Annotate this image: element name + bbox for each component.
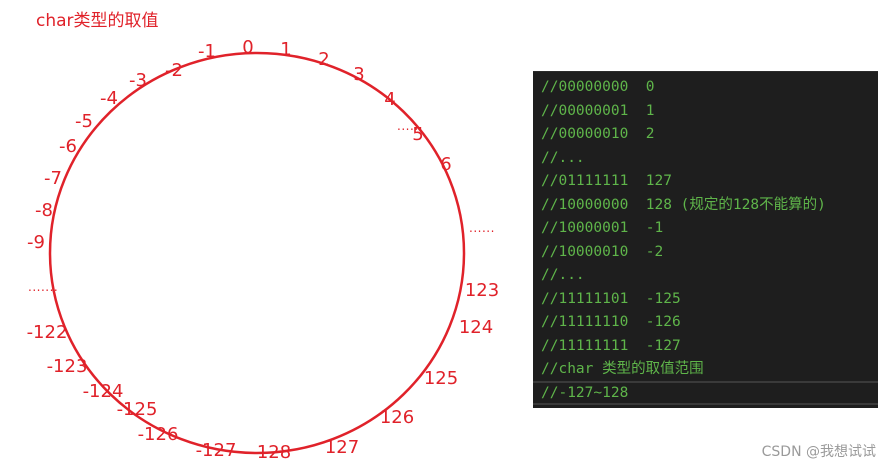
circle-value-label: -122 (27, 322, 68, 343)
circle-value-label: -4 (100, 88, 118, 109)
circle-value-label: -123 (47, 356, 88, 377)
code-comment-line: //00000000 0 (541, 79, 655, 95)
circle-value-label: 127 (325, 437, 359, 458)
code-comment-line: //11111110 -126 (541, 314, 681, 330)
code-comment-line: //10000001 -1 (541, 220, 664, 236)
code-comment-line: //... (541, 149, 585, 166)
circle-value-label: -1 (198, 41, 216, 62)
circle-value-label: 4 (384, 89, 395, 110)
circle-value-label: -127 (196, 440, 237, 461)
code-comment-line: //00000001 1 (541, 102, 655, 119)
watermark: CSDN @我想试试 (761, 444, 876, 460)
circle-value-label: 123 (465, 280, 499, 301)
circle-value-label: 128 (257, 442, 291, 463)
circle-value-label: 126 (380, 407, 414, 428)
code-comment-line: //-127~128 (541, 384, 629, 401)
circle-value-label: 125 (424, 368, 458, 389)
code-comment-line: //... (541, 267, 585, 283)
code-comment-line: //11111101 -125 (541, 290, 681, 307)
circle-value-label: 2 (318, 49, 329, 70)
circle-value-label: -126 (138, 424, 179, 445)
value-circle-diagram: 0 1 23456123124125126127128-127-126-125-12… (27, 37, 500, 463)
code-comment-line: //11111111 -127 (541, 337, 681, 354)
circle-value-label: -5 (75, 111, 93, 132)
circle-value-label: -7 (44, 168, 62, 189)
code-comment-line: //10000010 -2 (541, 243, 664, 260)
code-comment-line: //01111111 127 (541, 173, 672, 189)
circle-value-label: -2 (165, 60, 183, 81)
code-comment-line: //00000010 2 (541, 126, 655, 142)
circle-value-label: 3 (353, 64, 364, 85)
circle-value-label: 6 (440, 154, 451, 175)
circle-value-label: 0 (242, 37, 253, 58)
gap-dots-marker: ...... (397, 119, 423, 133)
code-comment-line: //char 类型的取值范围 (541, 361, 704, 377)
gap-dots-marker: ...... (469, 221, 495, 235)
code-editor-panel: //00000000 0 //00000001 1 //00000010 2 //..… (533, 71, 878, 408)
circle-value-label: -9 (27, 232, 45, 253)
code-comment-line: //10000000 128 (规定的128不能算的) (541, 196, 826, 213)
gap-dots-marker: ....... (28, 280, 58, 294)
circle-value-label: -3 (129, 70, 147, 91)
circle-value-label: -6 (59, 136, 77, 157)
circle-value-label: -8 (35, 200, 53, 221)
circle-value-label: 1 (280, 39, 291, 60)
circle-value-label: -124 (83, 381, 124, 402)
circle-value-label: 124 (459, 317, 493, 338)
circle-value-label: -125 (117, 399, 158, 420)
